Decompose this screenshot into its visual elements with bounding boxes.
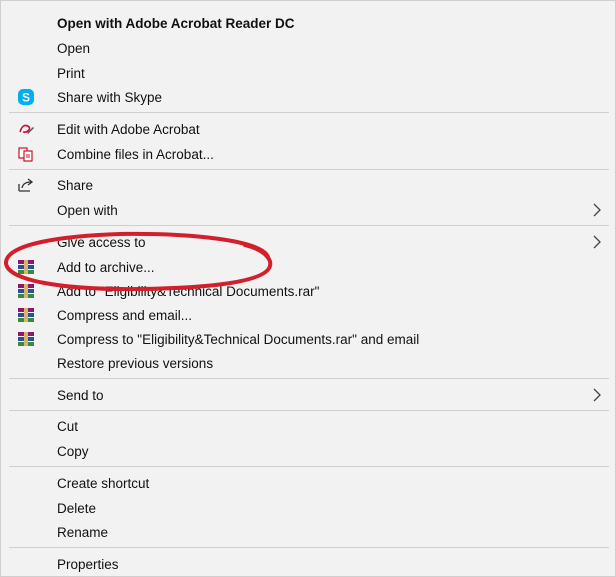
menu-item-edit-with-acrobat[interactable]: Edit with Adobe Acrobat [1,117,615,141]
menu-item-give-access-to[interactable]: Give access to [1,230,615,254]
menu-item-label: Rename [57,524,109,540]
chevron-right-icon [589,387,605,403]
menu-item-add-to-rar[interactable]: Add to "Eligibility&Technical Documents.… [1,279,615,303]
menu-item-copy[interactable]: Copy [1,439,615,463]
menu-item-label: Open with Adobe Acrobat Reader DC [57,15,295,31]
chevron-right-icon [589,202,605,218]
menu-item-open-with-acrobat-reader[interactable]: Open with Adobe Acrobat Reader DC [1,11,615,35]
menu-item-label: Create shortcut [57,475,150,491]
menu-item-label: Combine files in Acrobat... [57,146,214,162]
winrar-icon [17,306,35,324]
menu-item-label: Open with [57,202,118,218]
menu-item-combine-files-acrobat[interactable]: Combine files in Acrobat... [1,142,615,166]
menu-item-compress-to-rar-and-email[interactable]: Compress to "Eligibility&Technical Docum… [1,327,615,351]
menu-separator [9,112,609,113]
menu-separator [9,410,609,411]
menu-item-create-shortcut[interactable]: Create shortcut [1,471,615,495]
menu-item-label: Send to [57,387,104,403]
menu-item-restore-previous-versions[interactable]: Restore previous versions [1,351,615,375]
skype-icon: S [17,88,35,106]
menu-item-label: Give access to [57,234,146,250]
menu-separator [9,225,609,226]
menu-item-open[interactable]: Open [1,36,615,60]
menu-separator [9,466,609,467]
acrobat-combine-icon [17,145,35,163]
share-icon [17,176,35,194]
winrar-icon [17,258,35,276]
menu-item-share-with-skype[interactable]: S Share with Skype [1,85,615,109]
acrobat-edit-icon [17,120,35,138]
menu-item-label: Copy [57,443,89,459]
menu-item-add-to-archive[interactable]: Add to archive... [1,255,615,279]
menu-item-share[interactable]: Share [1,173,615,197]
menu-item-label: Share with Skype [57,89,163,105]
menu-item-label: Compress and email... [57,307,193,323]
menu-item-label: Add to archive... [57,259,155,275]
menu-item-label: Delete [57,500,97,516]
menu-item-cut[interactable]: Cut [1,414,615,438]
menu-item-open-with[interactable]: Open with [1,198,615,222]
menu-item-compress-and-email[interactable]: Compress and email... [1,303,615,327]
menu-item-label: Properties [57,556,119,572]
winrar-icon [17,282,35,300]
menu-item-label: Open [57,40,91,56]
winrar-icon [17,330,35,348]
menu-item-print[interactable]: Print [1,61,615,85]
menu-item-properties[interactable]: Properties [1,552,615,576]
menu-item-label: Edit with Adobe Acrobat [57,121,200,137]
context-menu: Open with Adobe Acrobat Reader DC Open P… [0,0,616,577]
menu-item-delete[interactable]: Delete [1,496,615,520]
menu-item-send-to[interactable]: Send to [1,383,615,407]
menu-item-label: Share [57,177,94,193]
menu-item-label: Compress to "Eligibility&Technical Docum… [57,331,420,347]
svg-text:S: S [22,91,30,105]
menu-item-label: Add to "Eligibility&Technical Documents.… [57,283,320,299]
menu-separator [9,547,609,548]
menu-item-label: Cut [57,418,79,434]
menu-separator [9,378,609,379]
menu-item-label: Print [57,65,85,81]
menu-item-rename[interactable]: Rename [1,520,615,544]
menu-item-label: Restore previous versions [57,355,214,371]
chevron-right-icon [589,234,605,250]
menu-separator [9,169,609,170]
